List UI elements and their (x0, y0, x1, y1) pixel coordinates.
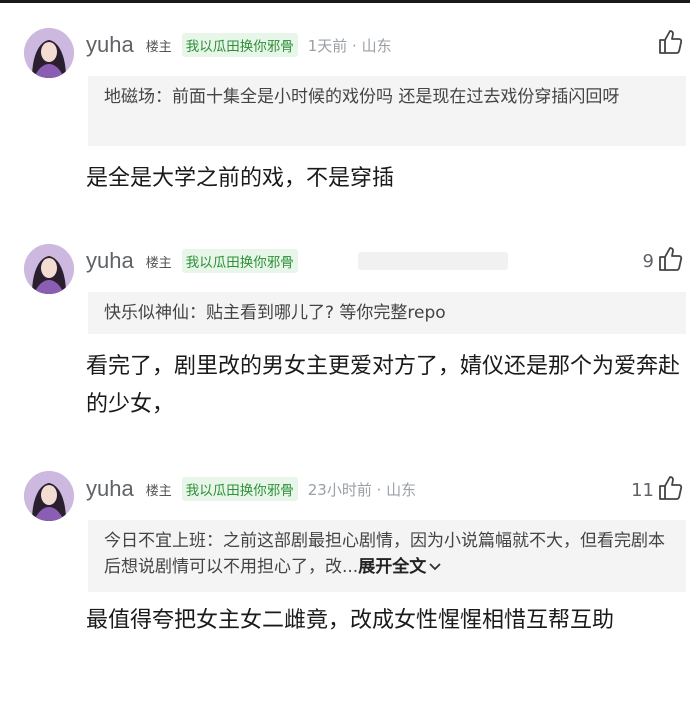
quote-text: 贴主看到哪儿了? 等你完整repo (206, 303, 446, 323)
chevron-down-icon (426, 557, 442, 577)
comment-meta: yuha 楼主 我以瓜田换你邪骨 23小时前 · 山东 (86, 475, 416, 503)
quote-text: 前面十集全是小时候的戏份吗 还是现在过去戏份穿插闪回呀 (172, 87, 620, 107)
op-badge: 楼主 (145, 255, 172, 271)
username[interactable]: yuha (86, 32, 134, 58)
like-button[interactable]: 11 (631, 474, 684, 506)
quoted-reply[interactable]: 今日不宜上班：之前这部剧最担心剧情，因为小说篇幅就不大，但看完剧本后想说剧情可以… (88, 520, 686, 592)
comment-body: 看完了，剧里改的男女主更爱对方了，婧仪还是那个为爱奔赴的少女， (86, 354, 681, 417)
user-tag[interactable]: 我以瓜田换你邪骨 (181, 33, 298, 57)
top-divider (0, 0, 690, 3)
timestamp-location: 1天前 · 山东 (307, 36, 392, 55)
like-button[interactable]: 9 (643, 245, 684, 277)
comment-meta: yuha 楼主 我以瓜田换你邪骨 1天前 · 山东 (86, 31, 392, 59)
username[interactable]: yuha (86, 476, 134, 502)
avatar[interactable] (24, 471, 74, 521)
quoted-reply[interactable]: 快乐似神仙：贴主看到哪儿了? 等你完整repo (88, 292, 686, 334)
thumbs-up-icon (656, 474, 684, 506)
thumbs-up-icon (656, 245, 684, 277)
like-button[interactable] (654, 28, 684, 60)
quote-username: 地磁场： (104, 87, 172, 107)
comment-body: 是全是大学之前的戏，不是穿插 (86, 166, 395, 191)
expand-label: 展开全文 (358, 557, 427, 577)
user-tag[interactable]: 我以瓜田换你邪骨 (181, 249, 298, 273)
avatar[interactable] (24, 244, 74, 294)
quote-username: 快乐似神仙： (104, 303, 206, 323)
op-badge: 楼主 (145, 483, 172, 499)
comment-body: 最值得夸把女主女二雌竟，改成女性惺惺相惜互帮互助 (86, 608, 615, 633)
op-badge: 楼主 (145, 39, 172, 55)
thumbs-up-icon (656, 28, 684, 60)
comment-meta: yuha 楼主 我以瓜田换你邪骨 (86, 247, 308, 275)
username[interactable]: yuha (86, 248, 134, 274)
expand-full-text-link[interactable]: 展开全文 (358, 557, 442, 577)
timestamp-location: 23小时前 · 山东 (307, 480, 417, 499)
like-count: 9 (642, 250, 654, 272)
blurred-region (358, 252, 508, 270)
quote-username: 今日不宜上班： (104, 531, 223, 551)
user-tag[interactable]: 我以瓜田换你邪骨 (181, 477, 298, 501)
quoted-reply[interactable]: 地磁场：前面十集全是小时候的戏份吗 还是现在过去戏份穿插闪回呀 (88, 76, 686, 146)
avatar[interactable] (24, 28, 74, 78)
like-count: 11 (631, 479, 654, 501)
